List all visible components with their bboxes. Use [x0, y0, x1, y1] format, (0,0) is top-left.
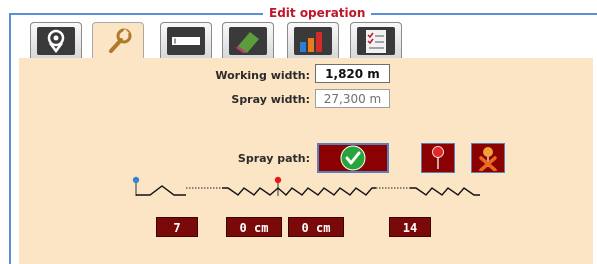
tab-checklist[interactable]	[350, 22, 402, 58]
remove-pin-icon	[479, 147, 497, 171]
wrench-icon	[109, 28, 132, 53]
spray-path-label: Spray path:	[237, 152, 310, 165]
checklist-icon	[357, 26, 395, 55]
window-title: Edit operation	[263, 5, 372, 21]
tab-settings[interactable]	[92, 22, 144, 59]
working-width-label: Working width:	[215, 69, 310, 82]
tab-location[interactable]	[30, 22, 82, 58]
checkmark-icon	[340, 145, 366, 171]
eraser-icon	[229, 26, 267, 55]
tab-input[interactable]	[160, 22, 212, 58]
frame-border-left	[9, 13, 11, 264]
right-offset-counter[interactable]: 0 cm	[288, 217, 344, 237]
text-field-icon	[167, 26, 205, 55]
remove-marker-button[interactable]	[471, 143, 505, 173]
spray-path-diagram	[132, 176, 480, 196]
pin-icon	[432, 146, 444, 169]
tab-chart[interactable]	[287, 22, 339, 58]
spray-width-label: Spray width:	[231, 93, 310, 106]
add-marker-button[interactable]	[421, 143, 455, 173]
map-pin-icon	[37, 26, 75, 55]
confirm-path-button[interactable]	[317, 143, 389, 173]
working-width-field[interactable]: 1,820 m	[315, 64, 390, 83]
spray-width-field: 27,300 m	[315, 89, 390, 108]
tab-eraser[interactable]	[222, 22, 274, 58]
end-segment-counter[interactable]: 14	[389, 217, 431, 237]
start-segment-counter[interactable]: 7	[156, 217, 198, 237]
left-offset-counter[interactable]: 0 cm	[226, 217, 282, 237]
bar-chart-icon	[294, 26, 332, 55]
